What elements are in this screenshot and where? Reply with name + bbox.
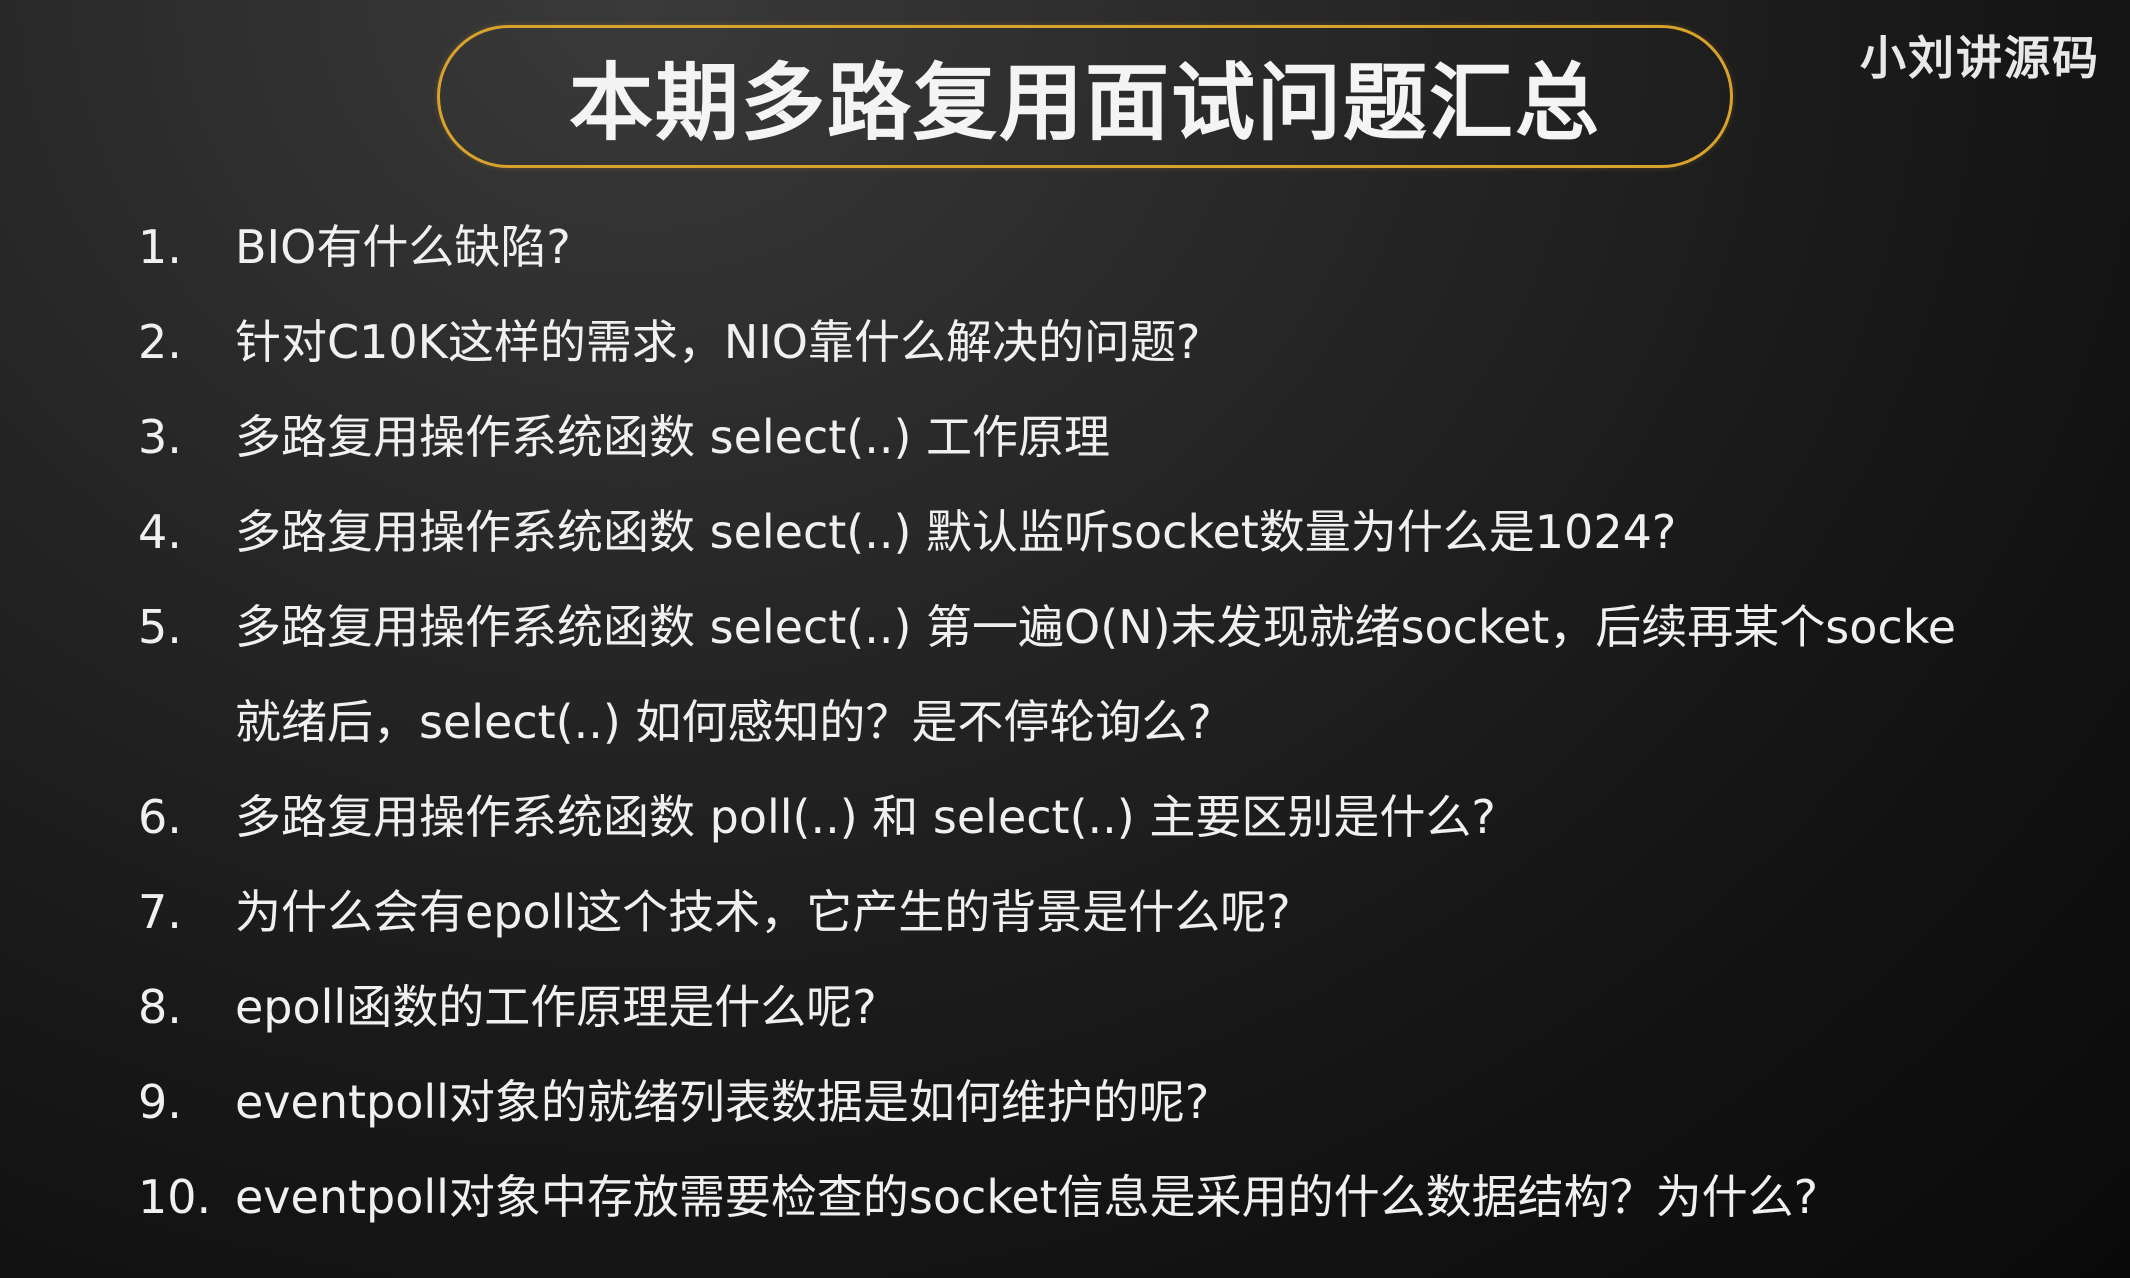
question-line: 多路复用操作系统函数 select(..) 工作原理 — [235, 410, 1111, 464]
question-item: 7. 为什么会有epoll这个技术，它产生的背景是什么呢? — [138, 865, 2130, 960]
question-line: 为什么会有epoll这个技术，它产生的背景是什么呢? — [235, 885, 1291, 939]
question-text: 为什么会有epoll这个技术，它产生的背景是什么呢? — [235, 865, 1291, 960]
question-item: 2. 针对C10K这样的需求，NIO靠什么解决的问题? — [138, 295, 2130, 390]
question-text: 多路复用操作系统函数 select(..) 默认监听socket数量为什么是10… — [235, 485, 1676, 580]
question-item: 5. 多路复用操作系统函数 select(..) 第一遍O(N)未发现就绪soc… — [138, 580, 2130, 770]
question-text: 多路复用操作系统函数 select(..) 工作原理 — [235, 390, 1110, 485]
question-number: 7. — [138, 885, 182, 939]
question-text: 多路复用操作系统函数 poll(..) 和 select(..) 主要区别是什么… — [235, 770, 1496, 865]
question-line: epoll函数的工作原理是什么呢? — [235, 980, 877, 1034]
question-line: 多路复用操作系统函数 select(..) 默认监听socket数量为什么是10… — [235, 505, 1677, 559]
question-number: 5. — [138, 600, 182, 654]
question-text: epoll函数的工作原理是什么呢? — [235, 960, 877, 1055]
question-number: 9. — [138, 1075, 182, 1129]
question-item: 3. 多路复用操作系统函数 select(..) 工作原理 — [138, 390, 2130, 485]
question-text: BIO有什么缺陷? — [235, 200, 571, 295]
question-number: 6. — [138, 790, 182, 844]
question-number: 8. — [138, 980, 182, 1034]
question-number: 1. — [138, 220, 182, 274]
question-line: BIO有什么缺陷? — [235, 220, 571, 274]
question-text: 多路复用操作系统函数 select(..) 第一遍O(N)未发现就绪socket… — [235, 580, 1956, 770]
slide: 本期多路复用面试问题汇总 小刘讲源码 1. BIO有什么缺陷? 2. 针对C10… — [0, 0, 2130, 1278]
question-number: 2. — [138, 315, 182, 369]
question-item: 4. 多路复用操作系统函数 select(..) 默认监听socket数量为什么… — [138, 485, 2130, 580]
question-line: 针对C10K这样的需求，NIO靠什么解决的问题? — [235, 315, 1201, 369]
question-number: 10. — [138, 1170, 212, 1224]
slide-title: 本期多路复用面试问题汇总 — [568, 54, 1601, 152]
question-line: 多路复用操作系统函数 select(..) 第一遍O(N)未发现就绪socket… — [235, 600, 1957, 654]
question-item: 6. 多路复用操作系统函数 poll(..) 和 select(..) 主要区别… — [138, 770, 2130, 865]
question-list: 1. BIO有什么缺陷? 2. 针对C10K这样的需求，NIO靠什么解决的问题?… — [138, 200, 2130, 1245]
question-line: 就绪后，select(..) 如何感知的？是不停轮询么? — [235, 695, 1212, 749]
question-text: eventpoll对象中存放需要检查的socket信息是采用的什么数据结构？为什… — [235, 1150, 1818, 1245]
channel-watermark: 小刘讲源码 — [1860, 31, 2100, 85]
question-line: eventpoll对象中存放需要检查的socket信息是采用的什么数据结构？为什… — [235, 1170, 1819, 1224]
question-text: eventpoll对象的就绪列表数据是如何维护的呢? — [235, 1055, 1209, 1150]
question-item: 10. eventpoll对象中存放需要检查的socket信息是采用的什么数据结… — [138, 1150, 2130, 1245]
question-item: 8. epoll函数的工作原理是什么呢? — [138, 960, 2130, 1055]
question-number: 4. — [138, 505, 182, 559]
question-number: 3. — [138, 410, 182, 464]
title-banner: 本期多路复用面试问题汇总 — [437, 25, 1733, 168]
question-line: eventpoll对象的就绪列表数据是如何维护的呢? — [235, 1075, 1210, 1129]
question-text: 针对C10K这样的需求，NIO靠什么解决的问题? — [235, 295, 1200, 390]
question-item: 9. eventpoll对象的就绪列表数据是如何维护的呢? — [138, 1055, 2130, 1150]
question-item: 1. BIO有什么缺陷? — [138, 200, 2130, 295]
question-line: 多路复用操作系统函数 poll(..) 和 select(..) 主要区别是什么… — [235, 790, 1496, 844]
